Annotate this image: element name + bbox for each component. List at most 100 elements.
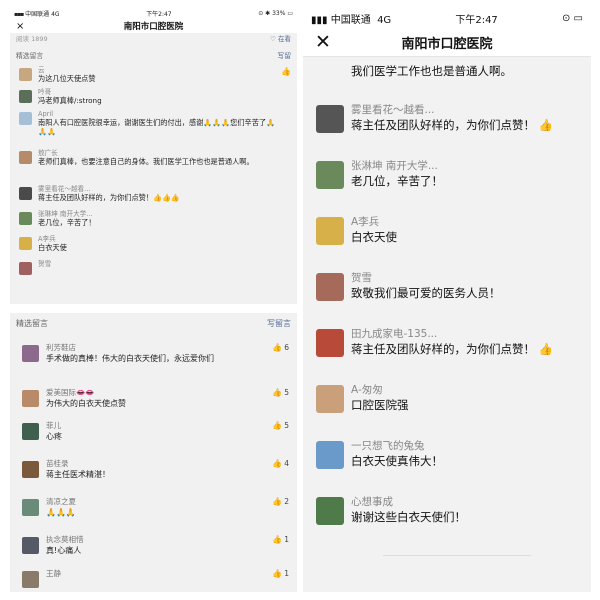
avatar	[22, 423, 39, 440]
comment-text: 蒋主任及团队好样的，为你们点赞！👍👍👍	[38, 193, 180, 202]
divider	[383, 555, 531, 556]
avatar	[316, 217, 344, 245]
comment-item: 张淋坤 南开大学... 老几位，辛苦了！	[303, 159, 591, 215]
avatar	[19, 68, 32, 81]
avatar	[22, 499, 39, 516]
avatar	[316, 273, 344, 301]
comment-author: 执念莫相惜	[46, 535, 84, 544]
comment-author: A-匆匆	[351, 384, 383, 396]
avatar	[22, 571, 39, 588]
avatar	[19, 151, 32, 164]
comment-author: 一只想飞的兔兔	[351, 440, 425, 452]
like-icon[interactable]: 👍	[281, 67, 291, 76]
status-bar: ▮▮▮ 中国联通 4G 下午2:47 ⊙ ▭	[303, 8, 591, 28]
like-count: 1	[284, 535, 289, 544]
comment-text: 蒋主任医术精湛！	[46, 470, 110, 479]
comment-item: 苗桂录 蒋主任医术精湛！ 👍 4	[10, 459, 297, 497]
like-button[interactable]: 👍 5	[272, 388, 289, 397]
like-count: 6	[284, 343, 289, 352]
like-count: 4	[284, 459, 289, 468]
comment-text: 手术做的真棒！伟大的白衣天使们，永远爱你们	[46, 354, 214, 363]
comment-item: 利芳鞋店 手术做的真棒！伟大的白衣天使们，永远爱你们 👍 6	[10, 343, 297, 388]
avatar	[316, 441, 344, 469]
status-carrier: ▮▮▮ 中国联通 4G	[311, 14, 392, 26]
section-header: 精选留言 写留	[10, 49, 297, 61]
write-comment-link[interactable]: 写留	[277, 50, 291, 60]
thumb-up-icon: 👍	[272, 535, 283, 544]
avatar	[22, 390, 39, 407]
comment-text: 蒋主任及团队好样的，为你们点赞！ 👍	[351, 342, 553, 356]
status-time: 下午2:47	[146, 11, 172, 18]
watching-button[interactable]: ♡ 在看	[270, 33, 291, 43]
comment-author: 贺雪	[38, 260, 52, 268]
comment-item: 一只想飞的兔兔 白衣天使真伟大！	[303, 439, 591, 495]
read-count-row: 阅读 1899 ♡ 在看	[10, 33, 297, 43]
comment-author: 雾里看花～越看...	[351, 104, 435, 116]
comment-text: 白衣天使	[38, 243, 67, 252]
screenshot-collage: ▪▪▪ 中国联通 4G 下午2:47 ⊙ ✱ 33% ▭ × 南阳市口腔医院 阅…	[0, 0, 600, 600]
write-comment-link[interactable]: 写留言	[267, 318, 291, 329]
comment-text: 口腔医院强	[351, 398, 409, 412]
battery-icon: ⊙ ▭	[561, 12, 583, 24]
thumb-up-icon: 👍	[272, 388, 283, 397]
comment-item: 雾里看花～越看... 蒋主任及团队好样的，为你们点赞！👍👍👍	[10, 185, 297, 210]
avatar	[316, 161, 344, 189]
comment-item: 田九成家电-135... 蒋主任及团队好样的，为你们点赞！ 👍	[303, 327, 591, 383]
like-button[interactable]: 👍 5	[272, 421, 289, 430]
comment-author: 敖广长	[38, 149, 58, 157]
comment-author: 利芳鞋店	[46, 343, 76, 352]
section-title: 精选留言	[16, 318, 48, 328]
comment-text: 心疼	[46, 432, 62, 441]
status-time: 下午2:47	[455, 14, 498, 26]
section-title: 精选留言	[16, 52, 44, 60]
like-button[interactable]: 👍 1	[272, 535, 289, 544]
comment-text: 老几位，辛苦了！	[38, 218, 96, 227]
comment-author: 苗桂录	[46, 459, 69, 468]
comment-author: 云	[38, 66, 45, 74]
avatar	[316, 385, 344, 413]
comment-item: 云 为这几位天使点赞 👍	[10, 66, 297, 88]
comment-item: 贺雪	[10, 260, 297, 275]
comment-author: April	[38, 110, 54, 118]
like-button[interactable]: 👍 6	[272, 343, 289, 352]
comment-continuation: 我们医学工作也也是普通人啊。	[303, 63, 591, 103]
comment-author: A李兵	[38, 235, 56, 243]
read-count: 阅读 1899	[16, 35, 48, 43]
comments-panel-top: ▪▪▪ 中国联通 4G 下午2:47 ⊙ ✱ 33% ▭ × 南阳市口腔医院 阅…	[10, 8, 297, 304]
avatar	[22, 461, 39, 478]
like-button[interactable]: 👍 2	[272, 497, 289, 506]
comment-text: 为这几位天使点赞	[38, 74, 96, 83]
comment-text: 致敬我们最可爱的医务人员！	[351, 286, 501, 300]
status-carrier: ▪▪▪ 中国联通 4G	[14, 11, 60, 18]
comment-author: 清凉之夏	[46, 497, 76, 506]
avatar	[19, 90, 32, 103]
comment-text: 白衣天使	[351, 230, 397, 244]
comment-author: 王静	[46, 569, 61, 578]
comment-author: 吟哥	[38, 88, 52, 96]
thumb-up-icon: 👍	[272, 421, 283, 430]
comment-item: A-匆匆 口腔医院强	[303, 383, 591, 439]
like-button[interactable]: 👍 1	[272, 569, 289, 578]
comment-author: 雾里看花～越看...	[38, 185, 91, 193]
signal-icon: ▮▮▮	[311, 14, 328, 26]
like-button[interactable]: 👍 4	[272, 459, 289, 468]
comment-text: 老几位，辛苦了！	[351, 174, 443, 188]
comment-text: 老师们真棒，也要注意自己的身体。我们医学工作也也是普通人啊。	[38, 157, 254, 166]
comment-item: 王静 👍 1	[10, 569, 297, 588]
comment-text: 冯老师真棒/:strong	[38, 96, 102, 105]
comment-item: 菲儿 心疼 👍 5	[10, 421, 297, 459]
comment-item: 执念莫相惜 真!心痛人 👍 1	[10, 535, 297, 569]
avatar	[19, 112, 32, 125]
avatar	[19, 262, 32, 275]
status-bar: ▪▪▪ 中国联通 4G 下午2:47 ⊙ ✱ 33% ▭	[10, 8, 297, 19]
page-title: 南阳市口腔医院	[123, 22, 184, 32]
avatar	[22, 537, 39, 554]
like-count: 2	[284, 497, 289, 506]
thumb-up-icon: 👍	[272, 569, 283, 578]
comment-item: A李兵 白衣天使	[10, 235, 297, 260]
thumb-up-icon: 👍	[538, 118, 553, 132]
comment-item: 雾里看花～越看... 蒋主任及团队好样的，为你们点赞！ 👍	[303, 103, 591, 159]
avatar	[19, 187, 32, 200]
comment-item: 贺雪 致敬我们最可爱的医务人员！	[303, 271, 591, 327]
avatar	[316, 105, 344, 133]
